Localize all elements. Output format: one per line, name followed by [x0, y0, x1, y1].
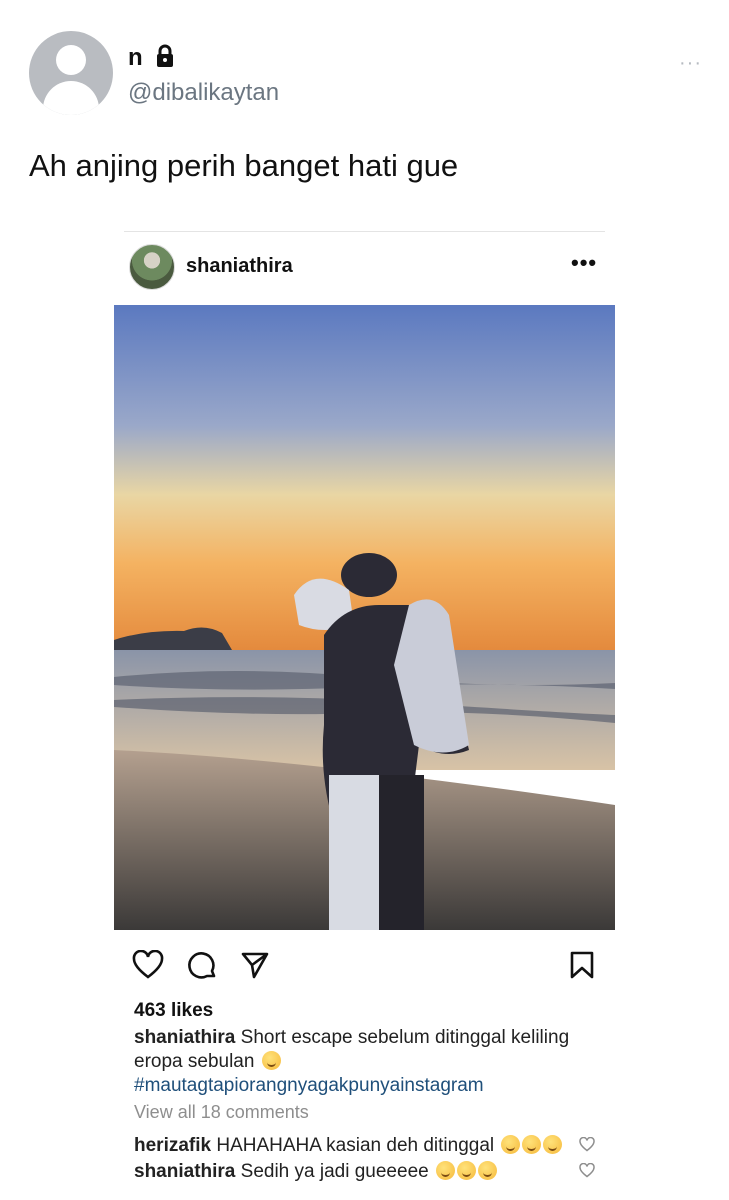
caption-text-1: Short escape sebelum ditinggal keliling: [240, 1027, 570, 1048]
post-avatar[interactable]: [129, 244, 175, 290]
avatar-body-shape: [43, 81, 99, 115]
post-divider: [124, 231, 605, 232]
zany-emoji-icon: [543, 1135, 563, 1154]
comment-text: Sedih ya jadi gueeeee: [240, 1161, 429, 1182]
view-all-comments-link[interactable]: View all 18 comments: [134, 1102, 309, 1123]
comment-icon[interactable]: [186, 950, 218, 982]
caption-text-2: eropa sebulan: [134, 1051, 255, 1072]
zany-emoji-icon: [522, 1135, 542, 1154]
comment-row: shaniathira Sedih ya jadi gueeeee: [134, 1161, 497, 1183]
comment-username[interactable]: herizafik: [134, 1135, 211, 1156]
post-username[interactable]: shaniathira: [186, 255, 293, 278]
pensive-emoji-icon: [435, 1161, 455, 1180]
caption-username[interactable]: shaniathira: [134, 1027, 235, 1048]
like-count[interactable]: 463 likes: [134, 1000, 213, 1022]
comment-row: herizafik HAHAHAHA kasian deh ditinggal: [134, 1135, 563, 1157]
post-more-icon[interactable]: •••: [571, 250, 597, 276]
comment-username[interactable]: shaniathira: [134, 1161, 235, 1182]
caption-line-1: shaniathira Short escape sebelum ditingg…: [134, 1027, 569, 1049]
zany-emoji-icon: [501, 1135, 521, 1154]
bookmark-icon[interactable]: [569, 950, 595, 980]
comment-like-heart-icon[interactable]: [579, 1137, 595, 1152]
tweet-text: Ah anjing perih banget hati gue: [29, 148, 459, 183]
comment-like-heart-icon[interactable]: [579, 1163, 595, 1178]
tweet-more-icon[interactable]: ···: [679, 52, 702, 75]
avatar-head-shape: [56, 45, 86, 75]
profile-avatar[interactable]: [29, 31, 113, 115]
display-name[interactable]: n: [128, 44, 143, 72]
comment-text: HAHAHAHA kasian deh ditinggal: [216, 1135, 495, 1156]
heart-icon[interactable]: [132, 950, 164, 980]
pensive-emoji-icon: [477, 1161, 497, 1180]
lock-icon: [157, 44, 173, 67]
caption-line-2: eropa sebulan: [134, 1051, 281, 1073]
share-icon[interactable]: [240, 950, 270, 980]
post-photo[interactable]: [114, 305, 615, 930]
sleepy-emoji-icon: [261, 1051, 281, 1070]
user-handle[interactable]: @dibalikaytan: [128, 79, 279, 107]
hashtag-link[interactable]: #mautagtapiorangnyagakpunyainstagram: [134, 1075, 484, 1097]
pensive-emoji-icon: [456, 1161, 476, 1180]
